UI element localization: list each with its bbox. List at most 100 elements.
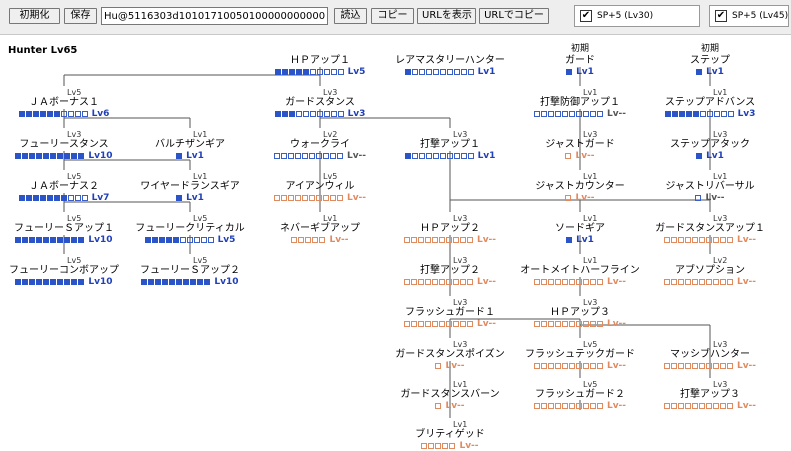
- skill-level-bar[interactable]: Lv10: [0, 151, 128, 161]
- skill-node[interactable]: ガードスタンスバーン Lv--: [386, 389, 514, 411]
- skill-point-empty[interactable]: [446, 153, 453, 159]
- skill-point-filled[interactable]: [190, 279, 197, 285]
- skill-point-empty[interactable]: [432, 69, 439, 75]
- skill-point-filled[interactable]: [29, 153, 36, 159]
- skill-point-filled[interactable]: [144, 237, 151, 243]
- skill-point-empty[interactable]: [435, 363, 442, 369]
- skill-point-empty[interactable]: [309, 111, 316, 117]
- skill-point-empty[interactable]: [533, 363, 540, 369]
- skill-node[interactable]: ジャストリバーサル Lv--: [646, 181, 774, 203]
- skill-point-filled[interactable]: [46, 111, 53, 117]
- skill-point-empty[interactable]: [582, 279, 589, 285]
- skill-point-filled[interactable]: [39, 195, 46, 201]
- skill-point-empty[interactable]: [726, 403, 733, 409]
- skill-point-empty[interactable]: [467, 69, 474, 75]
- skill-point-empty[interactable]: [677, 403, 684, 409]
- skill-node[interactable]: バルチザンギア Lv1: [126, 139, 254, 161]
- skill-point-filled[interactable]: [15, 237, 22, 243]
- skill-point-filled[interactable]: [696, 153, 703, 159]
- skill-point-filled[interactable]: [288, 111, 295, 117]
- skill-point-empty[interactable]: [684, 363, 691, 369]
- skill-point-filled[interactable]: [78, 153, 85, 159]
- skill-node[interactable]: レアマスタリーハンター Lv1: [386, 55, 514, 77]
- skill-point-filled[interactable]: [148, 279, 155, 285]
- skill-point-filled[interactable]: [32, 111, 39, 117]
- skill-point-empty[interactable]: [589, 279, 596, 285]
- skill-point-empty[interactable]: [280, 153, 287, 159]
- skill-point-filled[interactable]: [64, 279, 71, 285]
- skill-point-empty[interactable]: [589, 321, 596, 327]
- skill-point-empty[interactable]: [533, 111, 540, 117]
- skill-point-empty[interactable]: [726, 363, 733, 369]
- skill-point-empty[interactable]: [575, 321, 582, 327]
- skill-point-empty[interactable]: [424, 237, 431, 243]
- skill-point-empty[interactable]: [330, 69, 337, 75]
- skill-point-empty[interactable]: [533, 403, 540, 409]
- skill-level-bar[interactable]: Lv3: [646, 109, 774, 119]
- skill-point-empty[interactable]: [421, 443, 428, 449]
- skill-node[interactable]: ＨＰアップ３ Lv--: [516, 307, 644, 329]
- skill-point-filled[interactable]: [32, 195, 39, 201]
- skill-node[interactable]: 初期 ステップ Lv1: [646, 44, 774, 77]
- skill-point-empty[interactable]: [719, 279, 726, 285]
- skill-point-filled[interactable]: [22, 153, 29, 159]
- skill-point-empty[interactable]: [561, 403, 568, 409]
- skill-point-filled[interactable]: [50, 279, 57, 285]
- skill-point-empty[interactable]: [677, 237, 684, 243]
- skill-point-empty[interactable]: [411, 153, 418, 159]
- skill-point-empty[interactable]: [575, 363, 582, 369]
- skill-point-empty[interactable]: [442, 443, 449, 449]
- skill-point-empty[interactable]: [533, 321, 540, 327]
- skill-point-filled[interactable]: [678, 111, 685, 117]
- skill-point-empty[interactable]: [565, 153, 572, 159]
- skill-point-empty[interactable]: [291, 237, 298, 243]
- skill-level-bar[interactable]: Lv--: [516, 401, 644, 411]
- skill-point-empty[interactable]: [582, 111, 589, 117]
- skill-point-empty[interactable]: [302, 111, 309, 117]
- skill-point-filled[interactable]: [64, 237, 71, 243]
- skill-point-filled[interactable]: [685, 111, 692, 117]
- skill-point-filled[interactable]: [57, 237, 64, 243]
- skill-point-empty[interactable]: [554, 111, 561, 117]
- skill-point-filled[interactable]: [43, 153, 50, 159]
- skill-point-empty[interactable]: [308, 153, 315, 159]
- skill-point-empty[interactable]: [309, 69, 316, 75]
- skill-level-bar[interactable]: Lv1: [386, 151, 514, 161]
- skill-level-bar[interactable]: Lv--: [386, 401, 514, 411]
- skill-point-empty[interactable]: [425, 69, 432, 75]
- skill-point-empty[interactable]: [663, 363, 670, 369]
- skill-point-empty[interactable]: [698, 363, 705, 369]
- skill-point-filled[interactable]: [36, 279, 43, 285]
- skill-point-empty[interactable]: [691, 237, 698, 243]
- skill-point-empty[interactable]: [540, 111, 547, 117]
- skill-point-empty[interactable]: [200, 237, 207, 243]
- skill-point-filled[interactable]: [29, 237, 36, 243]
- skill-point-filled[interactable]: [60, 195, 67, 201]
- sp30-checkbox[interactable]: ✔: [580, 10, 592, 22]
- skill-level-bar[interactable]: Lv5: [256, 67, 384, 77]
- skill-point-empty[interactable]: [193, 237, 200, 243]
- skill-point-empty[interactable]: [273, 153, 280, 159]
- skill-point-empty[interactable]: [684, 403, 691, 409]
- skill-level-bar[interactable]: Lv--: [386, 235, 514, 245]
- skill-point-empty[interactable]: [712, 279, 719, 285]
- skill-point-empty[interactable]: [435, 403, 442, 409]
- skill-point-filled[interactable]: [176, 153, 183, 159]
- skill-point-empty[interactable]: [273, 195, 280, 201]
- skill-point-filled[interactable]: [53, 111, 60, 117]
- skill-point-empty[interactable]: [670, 279, 677, 285]
- skill-level-bar[interactable]: Lv--: [386, 277, 514, 287]
- skill-level-bar[interactable]: Lv--: [516, 277, 644, 287]
- skill-level-bar[interactable]: Lv--: [386, 441, 514, 451]
- skill-point-empty[interactable]: [698, 403, 705, 409]
- skill-point-empty[interactable]: [698, 279, 705, 285]
- skill-point-empty[interactable]: [677, 363, 684, 369]
- skill-code-input[interactable]: [101, 7, 328, 25]
- skill-node[interactable]: ジャストカウンター Lv--: [516, 181, 644, 203]
- skill-point-empty[interactable]: [568, 363, 575, 369]
- skill-point-empty[interactable]: [428, 443, 435, 449]
- sp30-option[interactable]: ✔ SP+5 (Lv30): [574, 5, 700, 27]
- skill-node[interactable]: ＪＡボーナス２ Lv7: [0, 181, 128, 203]
- skill-point-empty[interactable]: [540, 279, 547, 285]
- skill-point-empty[interactable]: [438, 321, 445, 327]
